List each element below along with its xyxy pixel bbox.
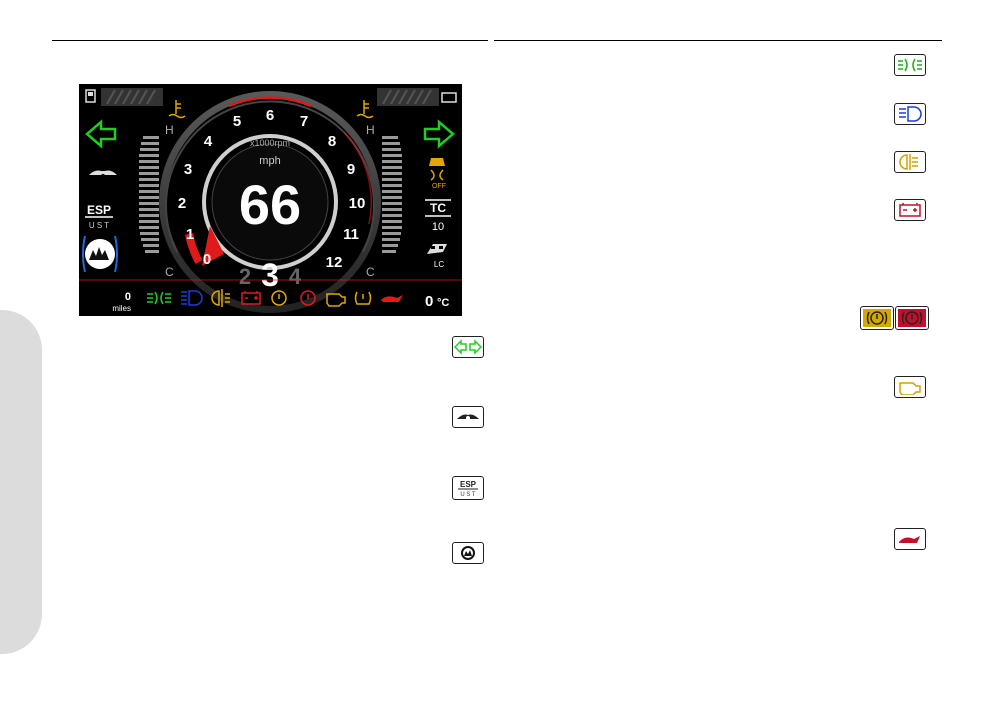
tach-tick-1: 1 <box>186 226 194 243</box>
traction-off-label: OFF <box>432 183 446 190</box>
odometer-value: 0 <box>125 291 131 303</box>
chapter-tab <box>0 310 42 654</box>
oil-pressure-icon-box <box>894 528 926 550</box>
side-light-icon <box>147 291 171 305</box>
turn-signal-icon-box <box>452 336 484 358</box>
tach-tick-2: 2 <box>178 195 186 212</box>
tach-tick-3: 3 <box>184 161 192 178</box>
gear-next: 4 <box>289 264 302 289</box>
high-beam-icon-box <box>894 103 926 125</box>
tach-tick-11: 11 <box>343 226 359 243</box>
high-beam-icon <box>181 290 203 306</box>
esp-icon: ESP U S T <box>458 480 478 497</box>
launch-label: LC <box>434 260 444 269</box>
ambient-temp-value: 0 <box>425 293 433 310</box>
engine-icon <box>899 382 921 395</box>
left-turn-icon <box>85 119 117 149</box>
tach-unit: x1000rpm <box>250 138 290 148</box>
oil-pressure-icon <box>381 295 403 302</box>
tc-level: 10 <box>432 221 444 233</box>
tach-tick-9: 9 <box>347 161 355 178</box>
temp-hot-right: H <box>366 123 375 137</box>
brake-warning-amber-icon <box>863 309 891 327</box>
svg-text:ESP: ESP <box>460 480 477 489</box>
launch-control-icon: LC <box>427 244 447 269</box>
temp-cold-right: C <box>366 265 375 279</box>
temp-hot-left: H <box>165 123 174 137</box>
rear-fog-icon-box <box>894 151 926 173</box>
svg-text:U S T: U S T <box>460 492 476 497</box>
turn-signal-icon <box>454 339 482 355</box>
side-light-icon <box>898 58 922 72</box>
riding-mode-icon <box>461 546 475 560</box>
speed-unit: mph <box>259 155 280 167</box>
cruise-icon <box>89 170 117 178</box>
riding-mode-icon-box <box>452 542 484 564</box>
tach-tick-10: 10 <box>349 195 366 212</box>
esp-icon-box: ESP U S T <box>452 476 484 500</box>
battery-icon <box>899 203 921 217</box>
tach-tick-7: 7 <box>300 113 308 130</box>
engine-icon <box>326 293 346 307</box>
brake-warning-red-icon-box <box>895 306 929 330</box>
left-page-rule <box>52 40 488 41</box>
traction-off-icon: OFF <box>429 158 446 190</box>
gear-prev: 2 <box>239 264 251 289</box>
tach-tick-5: 5 <box>233 113 241 130</box>
engine-icon-box <box>894 376 926 398</box>
tire-pressure-icon <box>354 291 372 305</box>
odometer-unit: miles <box>112 304 131 313</box>
tach-tick-12: 12 <box>326 254 343 271</box>
tc-label: TC <box>430 201 446 215</box>
gear-current: 3 <box>261 257 279 293</box>
esp-label: ESP <box>87 203 111 217</box>
riding-mode-icon <box>82 235 118 273</box>
tach-tick-6: 6 <box>266 107 274 124</box>
tach-tick-8: 8 <box>328 133 336 150</box>
tach-tick-4: 4 <box>204 133 213 150</box>
temp-cold-left: C <box>165 265 174 279</box>
ambient-temp-unit: °C <box>437 297 449 309</box>
tach-tick-0: 0 <box>203 251 211 268</box>
right-page-rule <box>494 40 942 41</box>
esp-modes: U S T <box>89 221 109 230</box>
instrument-cluster-display: H C H C 0 1 2 3 4 5 6 7 8 9 10 11 12 x10… <box>79 84 462 316</box>
right-turn-icon <box>423 119 455 149</box>
rear-fog-icon <box>899 154 918 170</box>
brake-warning-red-icon <box>898 309 926 327</box>
cruise-icon-box <box>452 406 484 428</box>
high-beam-icon <box>899 106 922 122</box>
oil-pressure-icon <box>899 536 920 543</box>
speed-readout: 66 <box>239 173 301 236</box>
brake-warning-amber-icon-box <box>860 306 894 330</box>
battery-icon-box <box>894 199 926 221</box>
cruise-icon <box>457 414 479 420</box>
side-light-icon-box <box>894 54 926 76</box>
